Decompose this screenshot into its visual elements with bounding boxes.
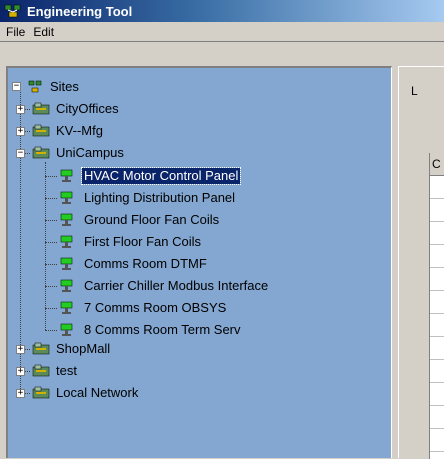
grid-row[interactable] bbox=[430, 337, 444, 360]
tree-node-site[interactable]: UniCampus bbox=[54, 145, 126, 161]
tree-node-site[interactable]: test bbox=[54, 363, 79, 379]
tree-node-device[interactable]: Lighting Distribution Panel bbox=[82, 190, 237, 206]
tree-connector bbox=[45, 286, 57, 287]
tree-node-site[interactable]: CityOffices bbox=[54, 101, 121, 117]
window-title: Engineering Tool bbox=[27, 3, 133, 19]
tree-node-device[interactable]: Carrier Chiller Modbus Interface bbox=[82, 278, 270, 294]
expand-toggle-icon[interactable]: + bbox=[16, 105, 25, 114]
collapse-toggle-icon[interactable]: − bbox=[16, 149, 25, 158]
expand-toggle-icon[interactable]: + bbox=[16, 345, 25, 354]
grid-row[interactable] bbox=[430, 245, 444, 268]
tree-connector bbox=[45, 220, 57, 221]
site-icon bbox=[32, 124, 50, 137]
tree-node-site[interactable]: Local Network bbox=[54, 385, 140, 401]
site-icon bbox=[32, 102, 50, 115]
tree-connector bbox=[45, 330, 57, 331]
app-icon bbox=[4, 3, 22, 19]
expand-toggle-icon[interactable]: + bbox=[16, 389, 25, 398]
tree-connector bbox=[45, 198, 57, 199]
sites-tree-view[interactable]: − Sites + CityOffices + KV--Mfg − UniCam… bbox=[6, 66, 392, 458]
title-bar: Engineering Tool bbox=[0, 0, 444, 22]
device-icon bbox=[60, 235, 73, 248]
grid-row[interactable] bbox=[430, 314, 444, 337]
device-icon bbox=[60, 257, 73, 270]
expand-toggle-icon[interactable]: + bbox=[16, 127, 25, 136]
site-icon bbox=[32, 342, 50, 355]
grid-column-header[interactable]: C bbox=[430, 153, 444, 176]
device-icon bbox=[60, 191, 73, 204]
tree-node-device-selected[interactable]: HVAC Motor Control Panel bbox=[80, 167, 242, 185]
site-icon bbox=[32, 146, 50, 159]
grid-row[interactable] bbox=[430, 291, 444, 314]
grid-row[interactable] bbox=[430, 222, 444, 245]
tree-node-device[interactable]: Comms Room DTMF bbox=[82, 256, 209, 272]
details-label: L bbox=[411, 84, 418, 98]
tree-connector bbox=[45, 264, 57, 265]
details-panel: L C bbox=[398, 66, 444, 459]
tree-connector bbox=[45, 308, 57, 309]
collapse-toggle-icon[interactable]: − bbox=[12, 82, 21, 91]
tree-node-sites[interactable]: Sites bbox=[48, 79, 81, 95]
tree-node-site[interactable]: ShopMall bbox=[54, 341, 112, 357]
tree-node-device[interactable]: 7 Comms Room OBSYS bbox=[82, 300, 228, 316]
grid-row[interactable] bbox=[430, 360, 444, 383]
grid-row[interactable] bbox=[430, 199, 444, 222]
tree-node-device[interactable]: Ground Floor Fan Coils bbox=[82, 212, 221, 228]
expand-toggle-icon[interactable]: + bbox=[16, 367, 25, 376]
device-icon bbox=[60, 323, 73, 336]
tree-node-device[interactable]: 8 Comms Room Term Serv bbox=[82, 322, 243, 338]
device-icon bbox=[60, 279, 73, 292]
device-icon bbox=[60, 169, 73, 182]
tree-connector bbox=[45, 162, 46, 330]
grid-row[interactable] bbox=[430, 268, 444, 291]
grid-row[interactable] bbox=[430, 406, 444, 429]
grid-row[interactable] bbox=[430, 429, 444, 452]
grid-row[interactable] bbox=[430, 383, 444, 406]
tree-connector bbox=[45, 176, 57, 177]
sites-root-icon bbox=[28, 80, 42, 93]
device-icon bbox=[60, 301, 73, 314]
tree-node-device[interactable]: First Floor Fan Coils bbox=[82, 234, 203, 250]
device-icon bbox=[60, 213, 73, 226]
grid-row[interactable] bbox=[430, 176, 444, 199]
details-grid[interactable]: C bbox=[429, 153, 444, 459]
tree-node-site[interactable]: KV--Mfg bbox=[54, 123, 105, 139]
tree-connector bbox=[45, 242, 57, 243]
menu-file[interactable]: File bbox=[2, 25, 29, 39]
site-icon bbox=[32, 386, 50, 399]
menu-edit[interactable]: Edit bbox=[29, 25, 58, 39]
site-icon bbox=[32, 364, 50, 377]
menu-bar: File Edit bbox=[0, 22, 444, 42]
